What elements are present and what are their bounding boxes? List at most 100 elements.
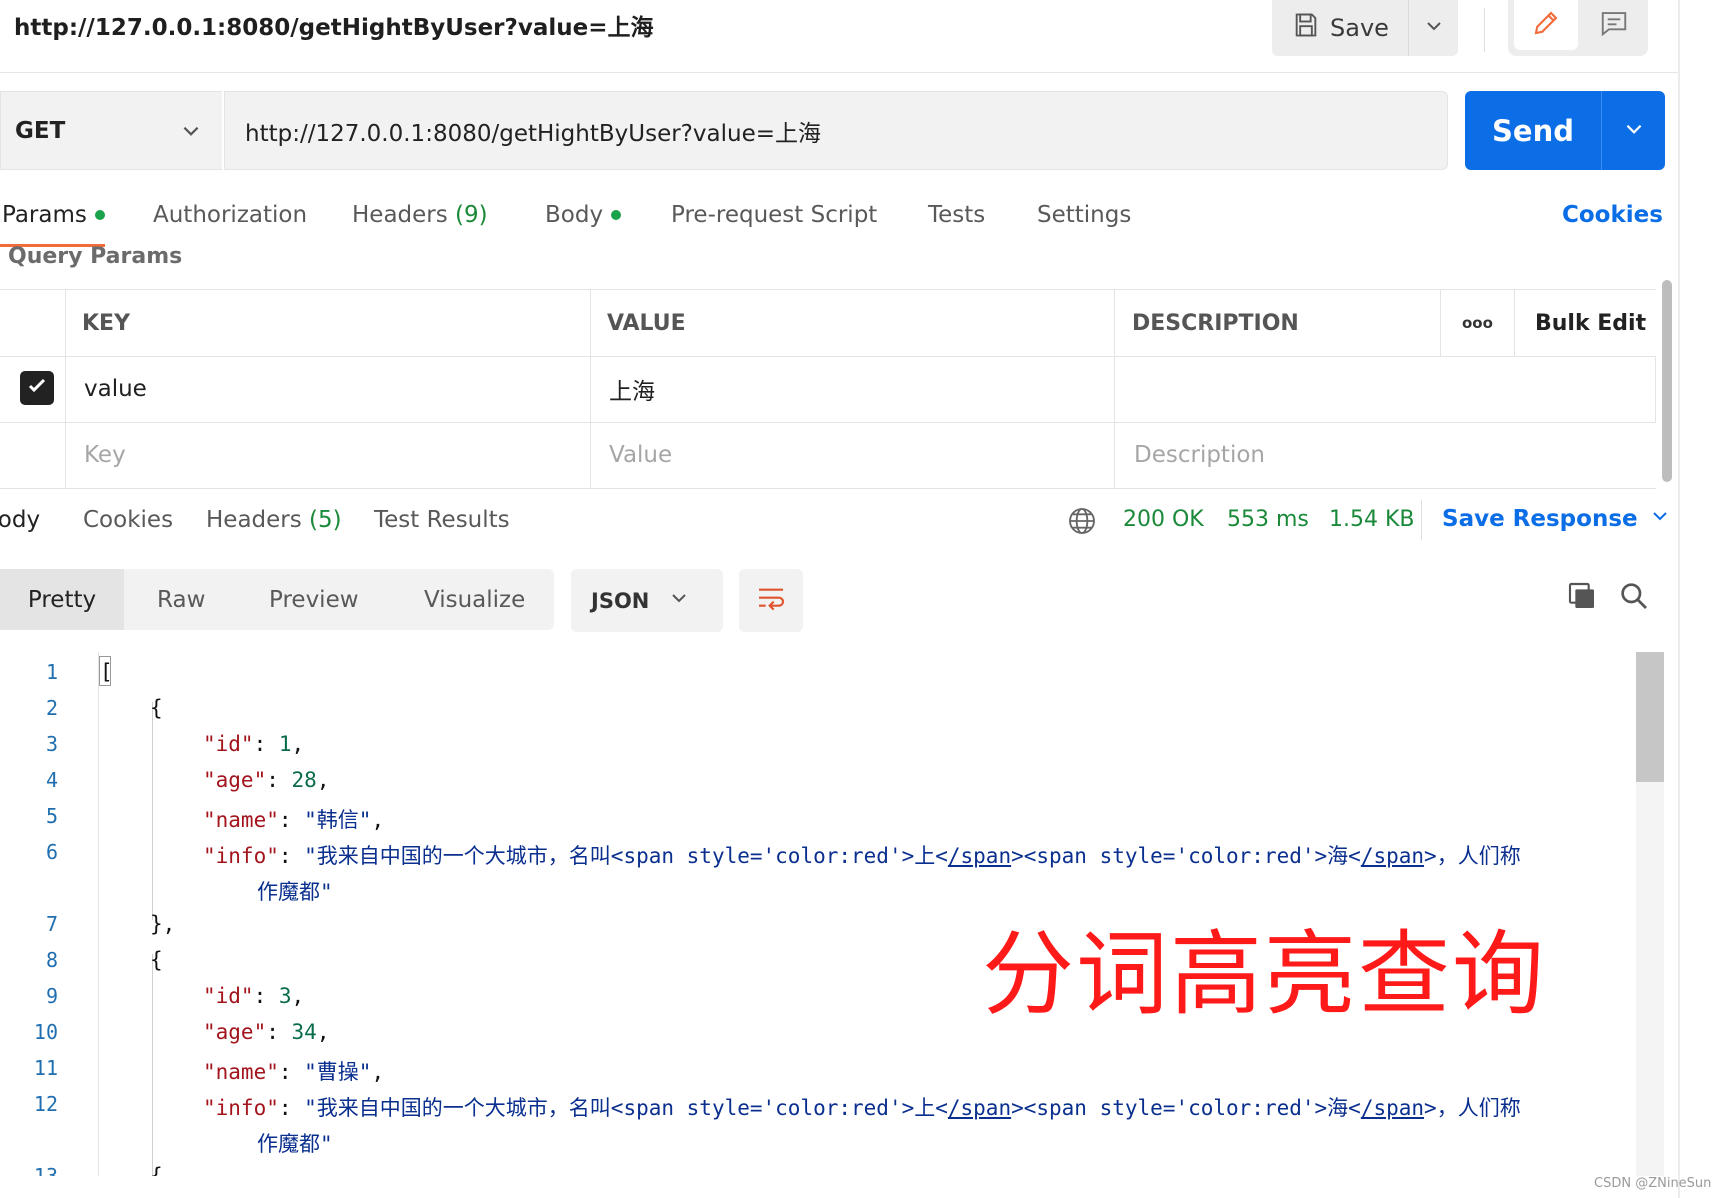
line-number: 8	[45, 948, 58, 972]
active-dot	[94, 210, 105, 220]
mode-toggle-group	[1508, 0, 1648, 56]
line-number: 9	[45, 984, 58, 1008]
line-number: 6	[45, 840, 58, 864]
line-number: 2	[45, 696, 58, 720]
editor-scrollbar-thumb[interactable]	[1636, 652, 1664, 782]
line-number: 4	[45, 768, 58, 792]
new-param-key-input[interactable]: Key	[84, 422, 584, 488]
code-line: {	[150, 1164, 163, 1176]
code-line: {	[150, 948, 163, 972]
wrap-icon	[755, 584, 787, 618]
request-title[interactable]: http://127.0.0.1:8080/getHightByUser?val…	[14, 8, 654, 42]
params-scrollbar[interactable]	[1662, 280, 1672, 482]
code-line: "info": "我来自中国的一个大城市，名叫<span style='colo…	[203, 1096, 1521, 1120]
new-param-value-input[interactable]: Value	[609, 422, 1109, 488]
code-line: 作魔都"	[257, 1132, 333, 1156]
line-number: 5	[45, 804, 58, 828]
response-size[interactable]: 1.54 KB	[1329, 507, 1415, 532]
comments-button[interactable]	[1584, 0, 1644, 50]
param-enabled-checkbox[interactable]	[20, 371, 54, 405]
edit-mode-button[interactable]	[1514, 0, 1578, 50]
response-headers-count: (5)	[309, 507, 342, 533]
headers-count: (9)	[455, 202, 488, 228]
line-number: 13	[33, 1164, 58, 1176]
query-params-table: KEY VALUE DESCRIPTION ooo Bulk Edit valu…	[0, 289, 1656, 489]
tab-headers[interactable]: Headers (9)	[352, 202, 488, 228]
tab-tests[interactable]: Tests	[928, 202, 985, 228]
save-dropdown-button[interactable]	[1408, 0, 1458, 56]
status-divider	[1421, 500, 1422, 540]
line-number: 3	[45, 732, 58, 756]
view-pretty-button[interactable]: Pretty	[0, 569, 124, 630]
line-number: 10	[33, 1020, 58, 1044]
toolbar-divider	[1484, 8, 1485, 52]
send-dropdown-button[interactable]	[1601, 91, 1665, 170]
more-options-button[interactable]: ooo	[1462, 290, 1493, 356]
code-line: "age": 34,	[203, 1020, 330, 1044]
response-tab-test-results[interactable]: Test Results	[374, 507, 510, 533]
response-tab-headers[interactable]: Headers (5)	[206, 507, 342, 533]
tab-body[interactable]: Body	[545, 202, 622, 228]
send-button-group: Send	[1465, 91, 1665, 170]
column-header-description: DESCRIPTION	[1132, 310, 1299, 336]
column-header-value: VALUE	[607, 310, 686, 336]
copy-icon[interactable]	[1566, 580, 1598, 616]
save-label: Save	[1330, 14, 1389, 42]
code-line: "age": 28,	[203, 768, 330, 792]
new-param-description-input[interactable]: Description	[1134, 422, 1644, 488]
save-response-button[interactable]: Save Response	[1442, 506, 1670, 532]
tab-params[interactable]: Params	[2, 202, 105, 228]
chevron-down-icon	[1424, 16, 1444, 40]
search-icon[interactable]	[1618, 580, 1650, 616]
code-line: },	[150, 912, 176, 936]
save-button[interactable]: Save	[1272, 0, 1408, 56]
view-raw-button[interactable]: Raw	[157, 569, 205, 630]
globe-icon[interactable]	[1066, 505, 1098, 541]
param-value-input[interactable]: 上海	[609, 356, 1109, 422]
code-line: "name": "曹操",	[203, 1060, 385, 1084]
active-dot	[611, 210, 622, 220]
bulk-edit-button[interactable]: Bulk Edit	[1535, 290, 1646, 356]
tab-settings[interactable]: Settings	[1037, 202, 1131, 228]
code-line: 作魔都"	[257, 880, 333, 904]
line-number: 11	[33, 1056, 58, 1080]
tab-authorization[interactable]: Authorization	[153, 202, 307, 228]
chevron-down-icon[interactable]	[180, 120, 202, 146]
line-number: 1	[45, 660, 58, 684]
view-mode-group: Pretty Raw Preview Visualize	[0, 569, 554, 630]
code-line: "name": "韩信",	[203, 808, 385, 832]
chevron-down-icon	[1650, 506, 1670, 532]
send-button[interactable]: Send	[1465, 91, 1601, 170]
tab-prerequest-script[interactable]: Pre-request Script	[671, 202, 877, 228]
code-line: "id": 3,	[203, 984, 305, 1008]
view-visualize-button[interactable]: Visualize	[424, 569, 525, 630]
line-number: 12	[33, 1092, 58, 1116]
header-divider	[0, 72, 1678, 73]
cookies-link[interactable]: Cookies	[1562, 202, 1663, 228]
line-number: 7	[45, 912, 58, 936]
response-time[interactable]: 553 ms	[1227, 507, 1309, 532]
code-line: "id": 1,	[203, 732, 305, 756]
watermark: CSDN @ZNineSun	[1594, 1176, 1712, 1191]
chevron-down-icon	[669, 588, 689, 613]
status-code[interactable]: 200 OK	[1123, 507, 1204, 532]
response-tab-cookies[interactable]: Cookies	[83, 507, 173, 533]
param-description-input[interactable]	[1132, 356, 1642, 422]
url-input[interactable]: http://127.0.0.1:8080/getHightByUser?val…	[224, 91, 1448, 170]
comment-icon	[1599, 8, 1629, 42]
response-tab-body[interactable]: Body	[0, 507, 40, 533]
format-select[interactable]: JSON	[571, 569, 723, 632]
code-line: {	[150, 696, 163, 720]
code-line: [	[100, 660, 113, 684]
view-preview-button[interactable]: Preview	[269, 569, 359, 630]
word-wrap-button[interactable]	[739, 569, 803, 632]
annotation-overlay: 分词高亮查询	[982, 921, 1547, 1028]
method-label: GET	[15, 117, 66, 144]
param-key-input[interactable]: value	[84, 356, 584, 422]
panel-border	[1678, 0, 1680, 1198]
pencil-icon	[1531, 8, 1561, 42]
save-button-group: Save	[1272, 0, 1458, 56]
chevron-down-icon	[1623, 118, 1645, 144]
checkmark-icon	[25, 374, 49, 402]
column-header-key: KEY	[82, 310, 131, 336]
